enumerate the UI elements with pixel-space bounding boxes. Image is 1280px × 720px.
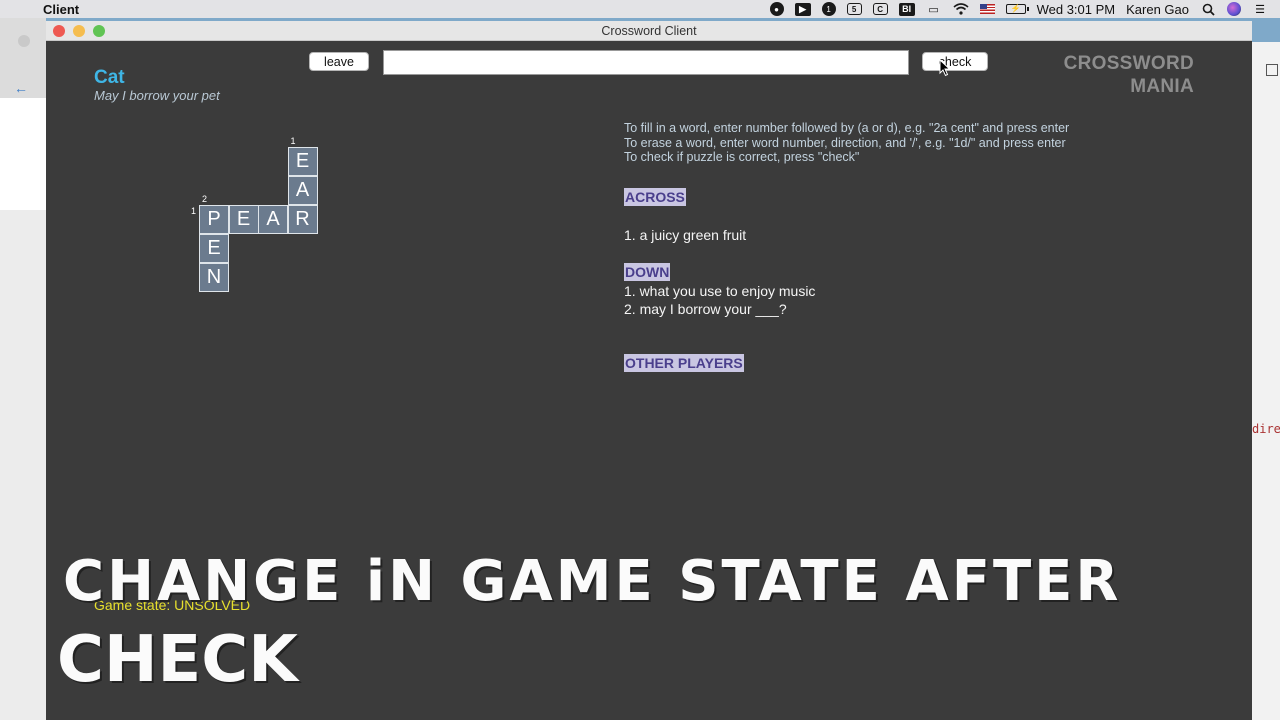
notification-center-icon[interactable]: ☰ (1252, 3, 1268, 16)
caption-line-2: CHECK (57, 623, 298, 697)
other-players-heading: OTHER PLAYERS (624, 354, 744, 372)
background-window-right: dire (1252, 42, 1280, 720)
menu-clock[interactable]: Wed 3:01 PM (1037, 2, 1116, 17)
crossword-client-window: Crossword Client leave check CROSSWORD M… (46, 21, 1252, 720)
command-input[interactable] (383, 50, 909, 75)
grid-cell: N (199, 263, 229, 292)
spotlight-search-icon[interactable] (1200, 3, 1216, 16)
5-icon[interactable]: 5 (846, 3, 862, 15)
grid-cell: E (199, 234, 229, 263)
across-heading: ACROSS (624, 188, 686, 206)
menu-user[interactable]: Karen Gao (1126, 2, 1189, 17)
grid-cell: P (199, 205, 229, 234)
clue-number: 1 (290, 136, 296, 146)
menu-bar: Client ● ▶ 1 5 C BI ▭ ⚡ Wed 3:01 PM Kare… (0, 0, 1280, 18)
instruction-line: To check if puzzle is correct, press "ch… (624, 150, 860, 165)
record-icon[interactable]: ● (769, 2, 784, 16)
down-clue: 1. what you use to enjoy music (624, 283, 816, 299)
maximize-window-button[interactable] (93, 25, 105, 37)
back-arrow-icon[interactable]: ← (14, 80, 28, 96)
instruction-line: To fill in a word, enter number followed… (624, 121, 1070, 135)
status-area: ● ▶ 1 5 C BI ▭ ⚡ Wed 3:01 PM Karen Gao ☰ (769, 2, 1280, 17)
down-heading: DOWN (624, 263, 671, 281)
clue-number: 1 (191, 206, 197, 216)
clue-number: 2 (202, 194, 208, 204)
siri-icon[interactable] (1227, 2, 1241, 16)
app-logo: CROSSWORD MANIA (1064, 52, 1194, 98)
bi-icon[interactable]: BI (898, 2, 915, 16)
editor-icon[interactable] (1266, 64, 1278, 76)
grid-cell: A (287, 176, 318, 205)
puzzle-title: Cat (94, 67, 125, 88)
grid-cell: E (287, 147, 318, 176)
leave-button[interactable]: leave (309, 52, 369, 71)
zoom-icon[interactable]: ▶ (794, 2, 811, 16)
wifi-icon[interactable] (953, 3, 969, 16)
instructions: To fill in a word, enter number followed… (624, 121, 1069, 165)
window-controls (53, 25, 105, 37)
code-fragment: dire (1252, 422, 1280, 436)
close-window-button[interactable] (53, 25, 65, 37)
c-icon[interactable]: C (872, 3, 888, 15)
mouse-cursor-icon (939, 59, 951, 77)
across-clue: 1. a juicy green fruit (624, 227, 747, 243)
caption-line-1: CHANGE iN GAME STATE AFTER (63, 549, 1122, 614)
check-button[interactable]: check (922, 52, 988, 71)
instruction-line: To erase a word, enter word number, dire… (624, 135, 1066, 150)
airplay-icon[interactable]: ▭ (926, 3, 942, 16)
minimize-window-button[interactable] (73, 25, 85, 37)
grid-cell: R (287, 205, 318, 234)
title-bar[interactable]: Crossword Client (46, 21, 1252, 41)
background-traffic-light (18, 35, 30, 47)
1password-icon[interactable]: 1 (821, 2, 836, 16)
us-flag-icon[interactable] (979, 4, 995, 14)
grid-cell: A (258, 205, 288, 234)
down-clue: 2. may I borrow your ___? (624, 301, 787, 317)
background-window-left: ← (0, 18, 46, 720)
game-panel: leave check CROSSWORD MANIA Cat May I bo… (46, 41, 1252, 720)
background-pane (0, 98, 46, 210)
logo-line-1: CROSSWORD (1063, 53, 1194, 74)
logo-line-2: MANIA (1130, 76, 1194, 97)
puzzle-subtitle: May I borrow your pet (94, 88, 220, 103)
battery-icon[interactable]: ⚡ (1005, 4, 1029, 14)
window-title: Crossword Client (601, 23, 697, 38)
app-menu-name[interactable]: Client (43, 2, 79, 17)
grid-cell: E (228, 205, 259, 234)
